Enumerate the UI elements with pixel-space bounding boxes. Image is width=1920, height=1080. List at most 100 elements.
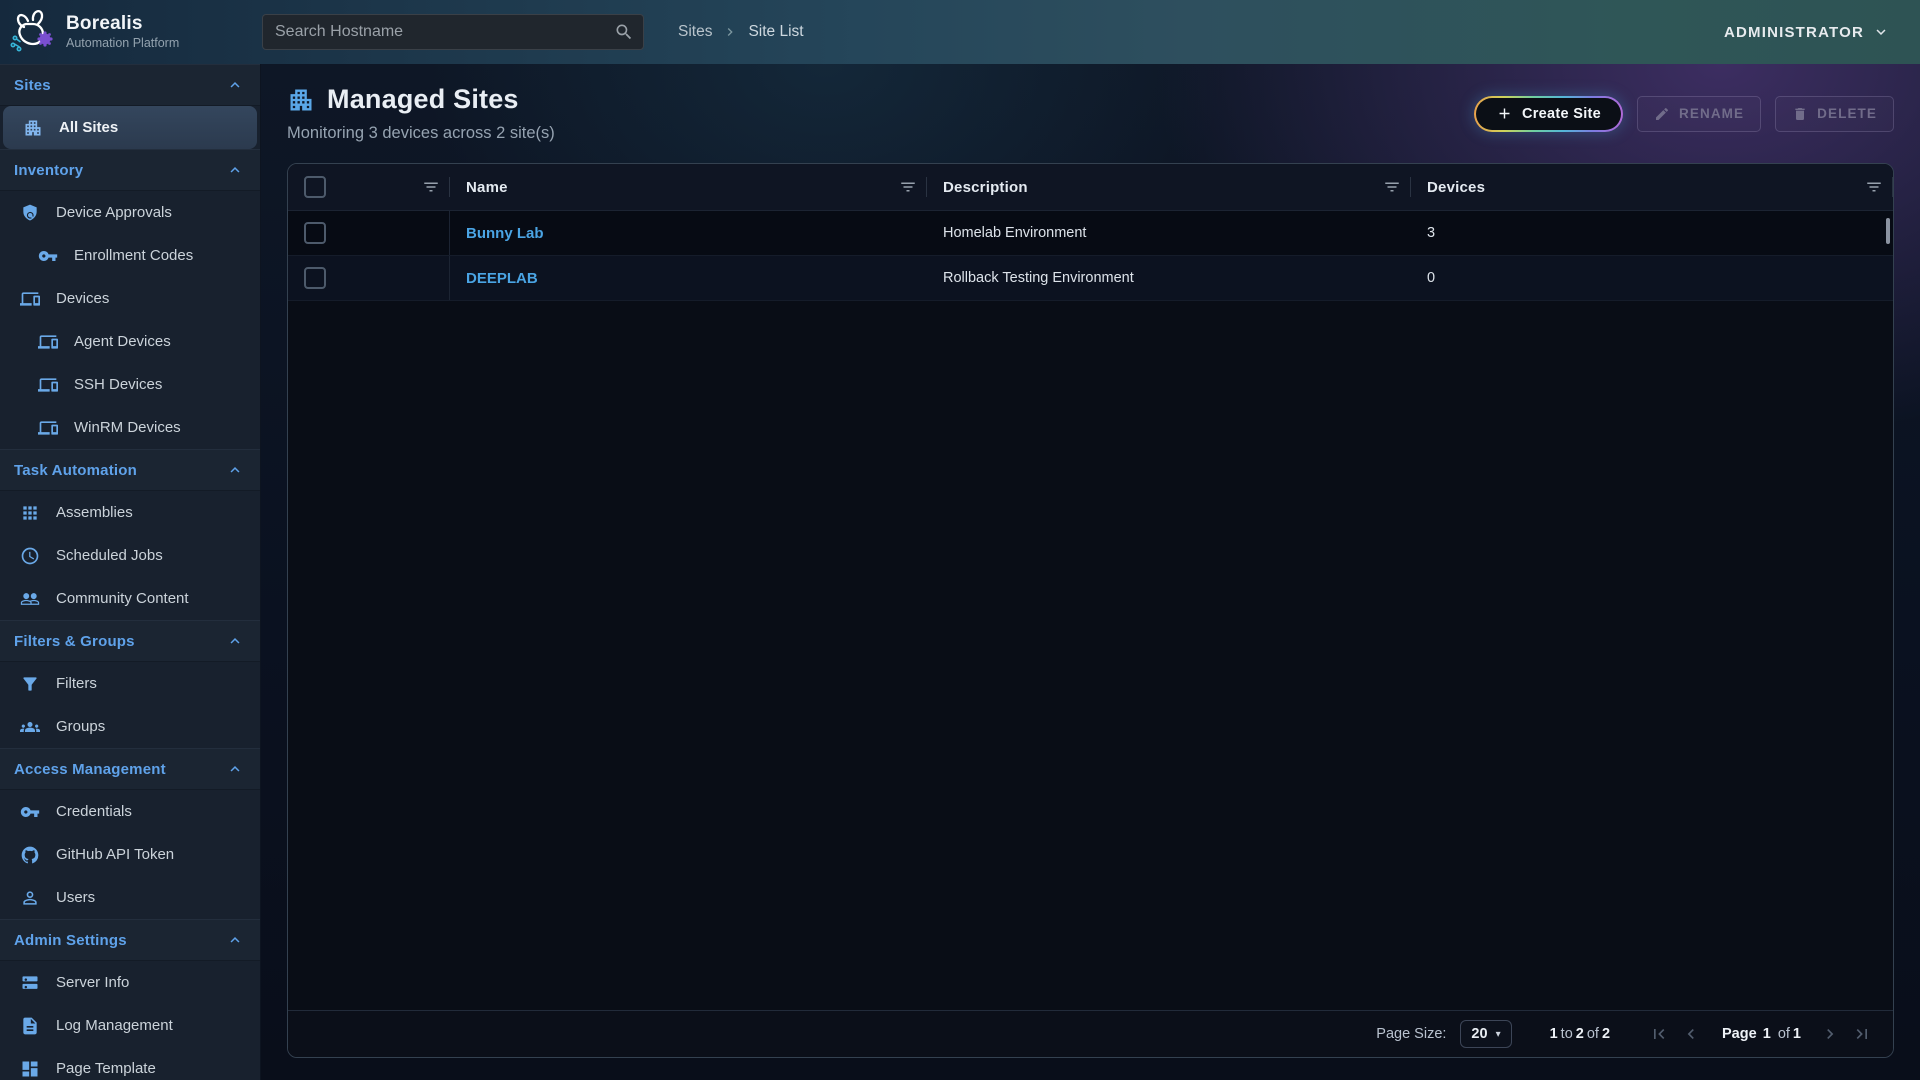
rename-button[interactable]: RENAME xyxy=(1637,96,1761,132)
filter-icon[interactable] xyxy=(1865,178,1883,196)
search-icon[interactable] xyxy=(614,22,634,42)
brand[interactable]: Borealis Automation Platform xyxy=(0,8,260,56)
row-range: 1to2of2 xyxy=(1550,1026,1610,1042)
filter-icon[interactable] xyxy=(899,178,917,196)
sidebar-item-log-management[interactable]: Log Management xyxy=(0,1004,260,1047)
sidebar-item-assemblies[interactable]: Assemblies xyxy=(0,491,260,534)
header-cell-description[interactable]: Description xyxy=(927,164,1411,210)
sidebar-item-ssh-devices[interactable]: SSH Devices xyxy=(0,363,260,406)
chevron-left-icon xyxy=(1681,1024,1701,1044)
header-cell-select[interactable] xyxy=(288,164,450,210)
first-page-button[interactable] xyxy=(1646,1021,1672,1047)
page-header: Managed Sites Monitoring 3 devices acros… xyxy=(287,84,1894,143)
pagination: Page 1 of1 xyxy=(1646,1021,1875,1047)
sidebar-item-label: All Sites xyxy=(59,119,118,136)
chevron-up-icon xyxy=(226,76,244,94)
section-header-filters-groups[interactable]: Filters & Groups xyxy=(0,620,260,662)
sidebar-item-github-api-token[interactable]: GitHub API Token xyxy=(0,833,260,876)
sidebar-item-agent-devices[interactable]: Agent Devices xyxy=(0,320,260,363)
key-icon xyxy=(20,802,40,822)
user-menu[interactable]: ADMINISTRATOR xyxy=(1724,23,1890,41)
section-header-task-automation[interactable]: Task Automation xyxy=(0,449,260,491)
delete-label: DELETE xyxy=(1817,106,1877,121)
sidebar-item-all-sites[interactable]: All Sites xyxy=(3,106,257,149)
column-label-devices: Devices xyxy=(1427,179,1485,196)
header-cell-devices[interactable]: Devices xyxy=(1411,164,1893,210)
caret-down-icon: ▾ xyxy=(1496,1029,1501,1040)
filter-icon[interactable] xyxy=(1383,178,1401,196)
page-size-select[interactable]: 20 ▾ xyxy=(1460,1020,1511,1048)
breadcrumb-site-list: Site List xyxy=(748,23,803,41)
section-header-access-management[interactable]: Access Management xyxy=(0,748,260,790)
sidebar-item-label: Assemblies xyxy=(56,504,133,521)
table-row[interactable]: DEEPLAB Rollback Testing Environment 0 xyxy=(288,256,1893,301)
sidebar-item-users[interactable]: Users xyxy=(0,876,260,919)
sidebar-item-filters[interactable]: Filters xyxy=(0,662,260,705)
delete-button[interactable]: DELETE xyxy=(1775,96,1894,132)
sidebar-item-label: Users xyxy=(56,889,95,906)
sidebar-item-label: Groups xyxy=(56,718,105,735)
breadcrumb-sites[interactable]: Sites xyxy=(678,23,712,41)
table-header-row: Name Description Devices xyxy=(288,164,1893,211)
sidebar-item-scheduled-jobs[interactable]: Scheduled Jobs xyxy=(0,534,260,577)
last-page-button[interactable] xyxy=(1849,1021,1875,1047)
row-checkbox[interactable] xyxy=(304,222,326,244)
user-label: ADMINISTRATOR xyxy=(1724,24,1864,41)
sidebar-item-credentials[interactable]: Credentials xyxy=(0,790,260,833)
next-page-button[interactable] xyxy=(1817,1021,1843,1047)
first-page-icon xyxy=(1649,1024,1669,1044)
sidebar-item-label: Agent Devices xyxy=(74,333,171,350)
row-checkbox[interactable] xyxy=(304,267,326,289)
sidebar-item-label: SSH Devices xyxy=(74,376,162,393)
page-subtitle: Monitoring 3 devices across 2 site(s) xyxy=(287,124,555,143)
breadcrumb: Sites Site List xyxy=(678,23,804,41)
filter-icon[interactable] xyxy=(422,178,440,196)
sidebar-item-groups[interactable]: Groups xyxy=(0,705,260,748)
previous-page-button[interactable] xyxy=(1678,1021,1704,1047)
devices-icon xyxy=(38,418,58,438)
building-icon xyxy=(287,86,315,114)
sidebar-item-device-approvals[interactable]: Device Approvals xyxy=(0,191,260,234)
cell-devices: 0 xyxy=(1411,256,1893,300)
trash-icon xyxy=(1792,106,1808,122)
site-link[interactable]: Bunny Lab xyxy=(466,225,544,242)
table-row[interactable]: Bunny Lab Homelab Environment 3 xyxy=(288,211,1893,256)
cell-description: Rollback Testing Environment xyxy=(927,256,1411,300)
sidebar-item-enrollment-codes[interactable]: Enrollment Codes xyxy=(0,234,260,277)
section-header-inventory[interactable]: Inventory xyxy=(0,149,260,191)
create-site-label: Create Site xyxy=(1522,106,1601,122)
cell-description: Homelab Environment xyxy=(927,211,1411,255)
header-cell-name[interactable]: Name xyxy=(450,164,927,210)
clock-icon xyxy=(20,546,40,566)
devices-icon xyxy=(20,289,40,309)
section-label: Filters & Groups xyxy=(14,633,135,650)
chevron-right-icon xyxy=(1820,1024,1840,1044)
sidebar-item-server-info[interactable]: Server Info xyxy=(0,961,260,1004)
borealis-rabbit-logo xyxy=(8,8,56,56)
section-header-sites[interactable]: Sites xyxy=(0,64,260,106)
page-size-value: 20 xyxy=(1471,1026,1487,1042)
site-link[interactable]: DEEPLAB xyxy=(466,270,538,287)
people-icon xyxy=(20,589,40,609)
sidebar-item-devices[interactable]: Devices xyxy=(0,277,260,320)
pencil-icon xyxy=(1654,106,1670,122)
sidebar-item-label: Scheduled Jobs xyxy=(56,547,163,564)
page-header-left: Managed Sites Monitoring 3 devices acros… xyxy=(287,84,555,143)
table-scrollbar-thumb[interactable] xyxy=(1886,218,1890,244)
sidebar-item-community-content[interactable]: Community Content xyxy=(0,577,260,620)
section-header-admin-settings[interactable]: Admin Settings xyxy=(0,919,260,961)
sidebar-item-page-template[interactable]: Page Template xyxy=(0,1047,260,1080)
chevron-up-icon xyxy=(226,461,244,479)
sidebar-item-label: Device Approvals xyxy=(56,204,172,221)
search-wrap xyxy=(262,14,644,50)
sidebar-item-label: Community Content xyxy=(56,590,189,607)
section-label: Access Management xyxy=(14,761,166,778)
dashboard-icon xyxy=(20,1059,40,1079)
cell-devices: 3 xyxy=(1411,211,1893,255)
search-input[interactable] xyxy=(262,14,644,50)
sidebar-item-winrm-devices[interactable]: WinRM Devices xyxy=(0,406,260,449)
section-label: Admin Settings xyxy=(14,932,127,949)
groups-icon xyxy=(20,717,40,737)
create-site-button[interactable]: Create Site xyxy=(1474,96,1623,132)
select-all-checkbox[interactable] xyxy=(304,176,326,198)
